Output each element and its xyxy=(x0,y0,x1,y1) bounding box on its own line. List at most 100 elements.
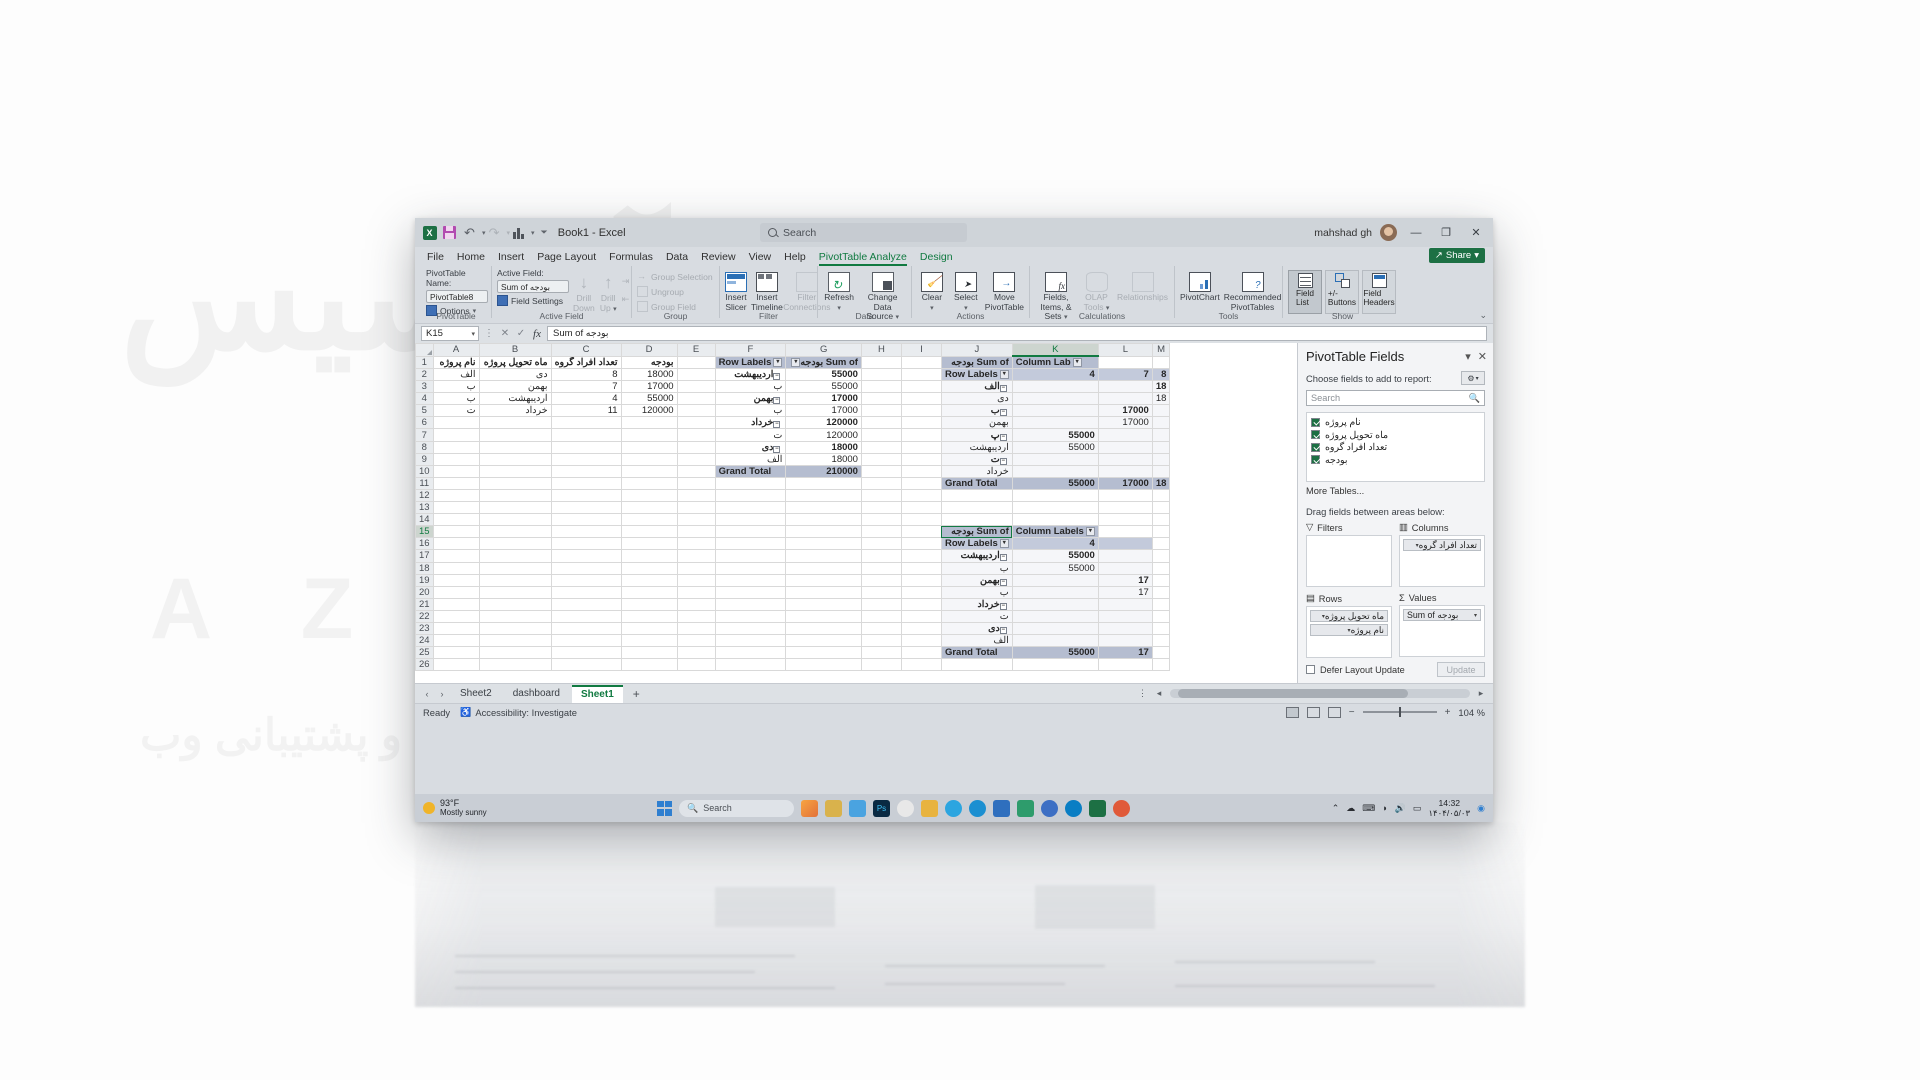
filter-dropdown-icon[interactable]: ▾ xyxy=(773,357,783,367)
app-icon-filemanager[interactable] xyxy=(825,799,842,817)
grid-cell-M5[interactable] xyxy=(1151,404,1171,418)
row-header-23[interactable]: 23 xyxy=(415,621,434,636)
grid-cell-K25[interactable]: 55000 xyxy=(1011,646,1099,660)
grid-cell-H10[interactable] xyxy=(860,464,902,478)
grid-cell-B12[interactable] xyxy=(478,488,552,503)
grid-cell-F9[interactable]: الف xyxy=(714,452,787,466)
grid-cell-C1[interactable]: تعداد افراد گروه xyxy=(550,355,622,369)
grid-cell-B17[interactable] xyxy=(478,549,552,563)
grid-cell-H1[interactable] xyxy=(860,355,902,369)
grid-cell-D12[interactable] xyxy=(620,488,678,503)
grid-cell-M1[interactable] xyxy=(1151,355,1171,369)
grid-cell-L4[interactable] xyxy=(1097,392,1153,406)
grid-cell-E2[interactable] xyxy=(676,367,716,382)
grid-cell-I17[interactable] xyxy=(900,549,942,563)
sheet-tab-dashboard[interactable]: dashboard xyxy=(504,685,569,703)
app-icon-photoshop[interactable]: Ps xyxy=(873,799,890,817)
grid-cell-B18[interactable] xyxy=(478,561,552,575)
grid-cell-E19[interactable] xyxy=(676,573,716,587)
grid-cell-G8[interactable]: 18000 xyxy=(785,440,862,454)
app-icon-skype[interactable] xyxy=(1065,799,1082,817)
tab-page-layout[interactable]: Page Layout xyxy=(537,251,596,263)
grid-cell-I15[interactable] xyxy=(900,525,942,539)
grid-cell-J17[interactable]: −اردیبهشت xyxy=(940,549,1013,563)
row-header-13[interactable]: 13 xyxy=(415,501,434,515)
grid-cell-L2[interactable]: 7 xyxy=(1097,367,1153,382)
grid-cell-E6[interactable] xyxy=(676,416,716,430)
select-button[interactable]: ➤ Select ▾ xyxy=(951,272,981,313)
field-checkbox[interactable] xyxy=(1311,417,1320,427)
grid-cell-I1[interactable] xyxy=(900,355,942,369)
avatar[interactable] xyxy=(1380,224,1397,241)
pivottable-name-input[interactable]: PivotTable8 xyxy=(426,290,488,303)
column-header-g[interactable]: G xyxy=(785,343,862,357)
grid-cell-K22[interactable] xyxy=(1011,609,1099,623)
field-settings-button[interactable]: Field Settings xyxy=(497,295,569,306)
grid-cell-H13[interactable] xyxy=(860,501,902,515)
grid-cell-F17[interactable] xyxy=(714,549,787,563)
pivotchart-button[interactable]: PivotChart xyxy=(1180,272,1220,303)
grid-cell-M7[interactable] xyxy=(1151,428,1171,442)
grid-cell-F12[interactable] xyxy=(714,488,787,503)
grid-cell-A13[interactable] xyxy=(432,501,480,515)
grid-cell-C25[interactable] xyxy=(550,646,622,660)
grid-cell-H16[interactable] xyxy=(860,537,902,551)
grid-cell-L9[interactable] xyxy=(1097,452,1153,466)
app-icon-app11[interactable] xyxy=(1041,799,1058,817)
grid-cell-M14[interactable] xyxy=(1151,513,1171,527)
grid-cell-B26[interactable] xyxy=(478,658,552,672)
grid-cell-D14[interactable] xyxy=(620,513,678,527)
grid-cell-B3[interactable]: بهمن xyxy=(478,380,552,394)
grid-cell-H24[interactable] xyxy=(860,634,902,648)
grid-cell-D22[interactable] xyxy=(620,609,678,623)
column-header-c[interactable]: C xyxy=(550,343,622,357)
field-chip[interactable]: نام پروژه ▾ xyxy=(1310,624,1388,636)
search-input[interactable]: Search xyxy=(760,223,967,242)
grid-cell-J6[interactable]: بهمن xyxy=(940,416,1013,430)
grid-cell-A15[interactable] xyxy=(432,525,480,539)
grid-cell-F14[interactable] xyxy=(714,513,787,527)
page-break-view-icon[interactable] xyxy=(1327,706,1341,718)
undo-icon[interactable]: ↶ xyxy=(461,224,478,241)
grid-cell-E16[interactable] xyxy=(676,537,716,551)
plus-minus-buttons-button[interactable]: +/- Buttons xyxy=(1325,270,1359,314)
grid-cell-C3[interactable]: 7 xyxy=(550,380,622,394)
grid-cell-I13[interactable] xyxy=(900,501,942,515)
page-layout-view-icon[interactable] xyxy=(1306,706,1320,718)
grid-cell-A23[interactable] xyxy=(432,621,480,636)
grid-cell-B6[interactable] xyxy=(478,416,552,430)
grid-cell-B5[interactable]: خرداد xyxy=(478,404,552,418)
grid-cell-B25[interactable] xyxy=(478,646,552,660)
grid-cell-F24[interactable] xyxy=(714,634,787,648)
column-header-h[interactable]: H xyxy=(860,343,902,357)
grid-cell-D9[interactable] xyxy=(620,452,678,466)
insert-slicer-button[interactable]: Insert Slicer xyxy=(725,272,747,312)
grid-cell-B16[interactable] xyxy=(478,537,552,551)
grid-cell-D5[interactable]: 120000 xyxy=(620,404,678,418)
grid-cell-L26[interactable] xyxy=(1097,658,1153,672)
grid-cell-F2[interactable]: −اردیبهشت xyxy=(714,367,787,382)
zoom-out-button[interactable]: − xyxy=(1349,707,1355,718)
chart-dropdown-icon[interactable]: ▾ xyxy=(531,229,535,237)
grid-cell-L14[interactable] xyxy=(1097,513,1153,527)
grid-cell-E26[interactable] xyxy=(676,658,716,672)
grid-cell-G15[interactable] xyxy=(785,525,862,539)
grid-cell-D7[interactable] xyxy=(620,428,678,442)
grid-cell-K20[interactable] xyxy=(1011,585,1099,599)
column-header-m[interactable]: M xyxy=(1151,343,1171,357)
row-header-14[interactable]: 14 xyxy=(415,513,434,527)
grid-cell-B7[interactable] xyxy=(478,428,552,442)
grid-cell-G20[interactable] xyxy=(785,585,862,599)
grid-cell-A3[interactable]: ب xyxy=(432,380,480,394)
grid-cell-L15[interactable] xyxy=(1097,525,1153,539)
grid-cell-F3[interactable]: ب xyxy=(714,380,787,394)
grid-cell-C24[interactable] xyxy=(550,634,622,648)
grid-cell-L8[interactable] xyxy=(1097,440,1153,454)
grid-cell-J8[interactable]: اردیبهشت xyxy=(940,440,1013,454)
add-sheet-button[interactable]: + xyxy=(626,687,647,701)
grid-cell-D15[interactable] xyxy=(620,525,678,539)
grid-cell-M26[interactable] xyxy=(1151,658,1171,672)
taskbar-clock[interactable]: 14:32 ۱۴۰۴/۰۵/۰۳ xyxy=(1428,798,1470,818)
grid-cell-K21[interactable] xyxy=(1011,597,1099,611)
tab-insert[interactable]: Insert xyxy=(498,251,524,263)
